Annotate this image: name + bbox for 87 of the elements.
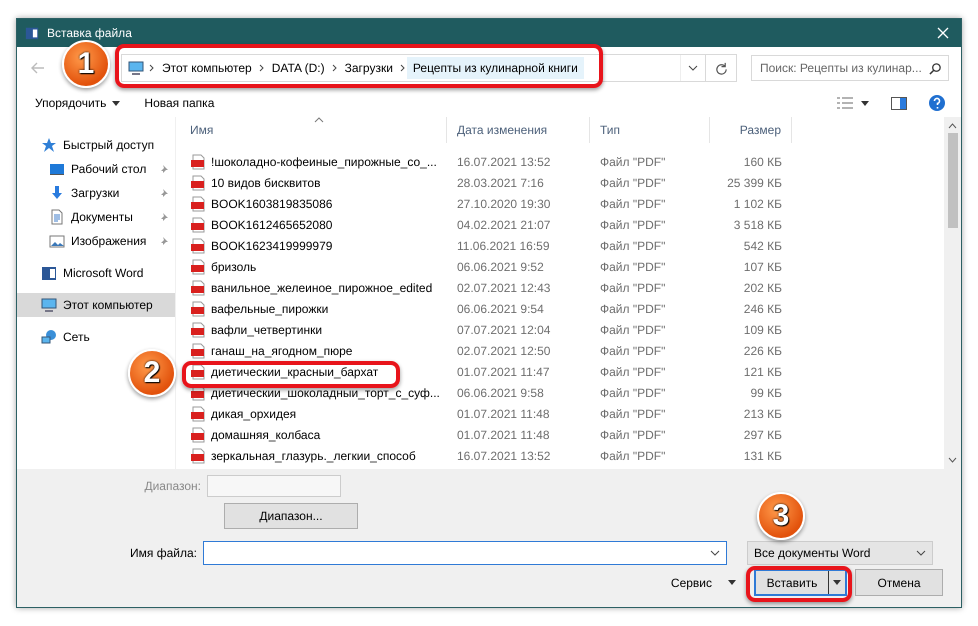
date-cell-text: 16.07.2021 13:52 [456, 448, 552, 462]
sidebar-item[interactable]: Документы [17, 205, 175, 229]
sidebar-item[interactable]: Этот компьютер [17, 293, 175, 317]
type-cell-text: Файл "PDF" [599, 428, 666, 442]
size-cell-text: 121 КБ [742, 364, 783, 378]
file-name[interactable]: дикая_орхидея [211, 406, 296, 420]
size-cell-text: 107 КБ [742, 260, 783, 274]
date-cell-text: 01.07.2021 11:47 [456, 364, 551, 378]
type-cell-text: Файл "PDF" [599, 196, 666, 210]
type-cell-text: Файл "PDF" [599, 448, 666, 462]
address-bar[interactable]: Этот компьютер DATA (D:) Загрузки Рецепты из кулинарной книги [121, 54, 737, 82]
file-name[interactable]: диетическии_шоколадныи_торт_с_суф... [211, 386, 440, 400]
size-cell-text: 160 КБ [742, 154, 783, 168]
date-cell-text: 06.06.2021 9:58 [456, 386, 545, 400]
file-name[interactable]: вафельные_пирожки [211, 302, 328, 316]
type-cell-text: Файл "PDF" [599, 260, 666, 274]
file-name[interactable]: BOOK1612465652080 [211, 218, 332, 232]
file-name-label: Имя файла: [129, 546, 197, 560]
size-cell-text: 99 КБ [749, 386, 783, 400]
type-cell-text: Файл "PDF" [599, 406, 666, 420]
date-cell-text: 04.02.2021 21:07 [456, 218, 552, 232]
size-cell-text: 25 399 КБ [726, 176, 783, 190]
type-cell-text: Файл "PDF" [599, 386, 666, 400]
size-cell-text: 109 КБ [742, 322, 783, 336]
type-cell-text: Файл "PDF" [599, 344, 666, 358]
size-cell-text: 202 КБ [742, 280, 783, 294]
cancel-button[interactable]: Отмена [855, 569, 943, 596]
date-cell-text: 01.07.2021 11:48 [456, 406, 551, 420]
column-header[interactable]: Размер [710, 117, 792, 143]
size-cell-text: 542 КБ [742, 238, 783, 252]
file-name[interactable]: ганаш_на_ягодном_пюре [211, 344, 352, 358]
file-name[interactable]: BOOK1603819835086 [211, 196, 332, 210]
sidebar-item[interactable]: Microsoft Word [17, 261, 175, 285]
tools-button[interactable]: Сервис [664, 574, 742, 590]
file-type-dropdown[interactable]: Все документы Word [747, 541, 933, 565]
type-cell-text: Файл "PDF" [599, 218, 666, 232]
file-name[interactable]: домашняя_колбаса [211, 428, 320, 442]
size-cell-text: 246 КБ [742, 302, 783, 316]
column-header[interactable]: Тип [590, 117, 710, 143]
size-cell-text: 226 КБ [742, 344, 783, 358]
toolbar-button[interactable]: Новая папка [136, 93, 222, 113]
sidebar-item[interactable]: Быстрый доступ [17, 133, 175, 157]
range-label: Диапазон: [143, 479, 201, 493]
date-cell-text: 27.10.2020 19:30 [456, 196, 552, 210]
sidebar-item[interactable]: Сеть [17, 325, 175, 349]
column-header[interactable]: Имя [180, 117, 447, 143]
insert-button[interactable]: Вставить [754, 569, 847, 596]
sidebar-item[interactable]: Загрузки [17, 181, 175, 205]
type-cell-text: Файл "PDF" [599, 238, 666, 252]
file-name[interactable]: ванильное_желеиное_пирожное_edited [211, 280, 432, 294]
date-cell-text: 06.06.2021 9:54 [456, 302, 545, 316]
date-cell-text: 28.03.2021 7:16 [456, 176, 545, 190]
date-cell-text: 02.07.2021 12:43 [456, 280, 552, 294]
window-title: Вставка файла [47, 26, 133, 40]
search-field[interactable]: Поиск: Рецепты из кулинар... [751, 55, 949, 81]
type-cell-text: Файл "PDF" [599, 154, 666, 168]
file-name[interactable]: вафли_четвертинки [211, 322, 322, 336]
size-cell-text: 3 518 КБ [732, 218, 783, 232]
file-name[interactable]: зеркальная_глазурь._легкии_способ [211, 448, 416, 462]
menu-button[interactable]: Упорядочить [27, 93, 128, 113]
type-cell-text: Файл "PDF" [599, 322, 666, 336]
date-cell-text: 06.06.2021 9:52 [456, 260, 545, 274]
type-cell-text: Файл "PDF" [599, 302, 666, 316]
breadcrumb[interactable]: Загрузки [338, 57, 399, 79]
size-cell-text: 1 102 КБ [732, 196, 783, 210]
date-cell-text: 16.07.2021 13:52 [456, 154, 552, 168]
date-cell-text: 07.07.2021 12:04 [456, 322, 552, 336]
file-name[interactable]: бризоль [211, 260, 256, 274]
type-cell-text: Файл "PDF" [599, 280, 666, 294]
date-cell-text: 02.07.2021 12:50 [456, 344, 552, 358]
file-name[interactable]: 10 видов бисквитов [211, 176, 320, 190]
column-header[interactable]: Дата изменения [447, 117, 590, 143]
size-cell-text: 213 КБ [742, 406, 783, 420]
sidebar-item[interactable]: Рабочий стол [17, 157, 175, 181]
date-cell-text: 11.06.2021 16:59 [456, 238, 551, 252]
type-cell-text: Файл "PDF" [599, 364, 666, 378]
type-cell-text: Файл "PDF" [599, 176, 666, 190]
file-name[interactable]: BOOK1623419999979 [211, 238, 332, 252]
date-cell-text: 01.07.2021 11:48 [456, 428, 551, 442]
breadcrumb[interactable]: Рецепты из кулинарной книги [406, 57, 584, 79]
breadcrumb[interactable]: DATA (D:) [266, 57, 331, 79]
size-cell-text: 131 КБ [742, 448, 783, 462]
file-name[interactable]: !шоколадно-кофеиные_пирожные_со_... [211, 154, 437, 168]
file-name[interactable]: диетическии_красныи_бархат [211, 364, 378, 378]
breadcrumb[interactable]: Этот компьютер [156, 57, 258, 79]
size-cell-text: 297 КБ [742, 428, 783, 442]
sidebar-item[interactable]: Изображения [17, 229, 175, 253]
